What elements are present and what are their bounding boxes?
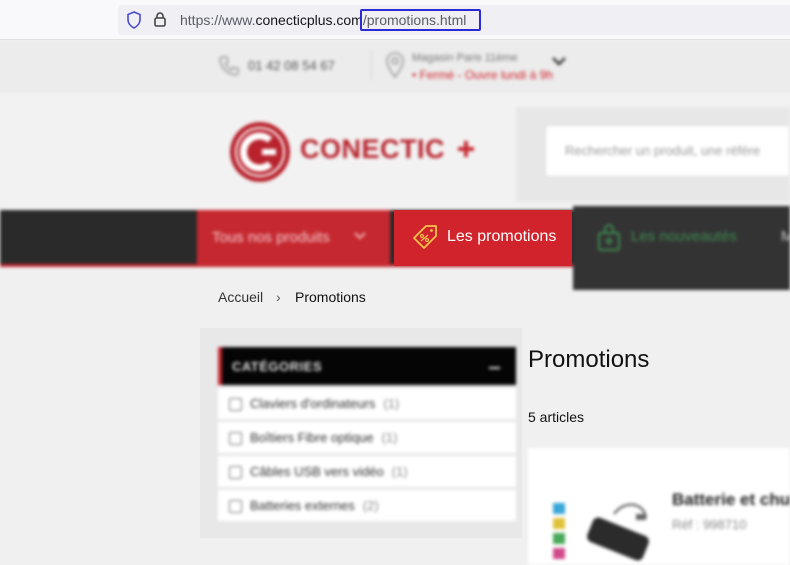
nav-promotions-label: Les promotions	[447, 228, 557, 245]
product-image[interactable]	[584, 496, 664, 565]
nav-more-label[interactable]: M	[781, 228, 790, 245]
category-label: Claviers d'ordinateurs	[250, 396, 376, 411]
category-item[interactable]: Claviers d'ordinateurs (1)	[218, 388, 516, 419]
breadcrumb-separator: ›	[276, 289, 281, 305]
category-label: Câbles USB vers vidéo	[250, 464, 384, 479]
category-checkbox[interactable]	[229, 466, 242, 479]
category-item[interactable]: Boîtiers Fibre optique (1)	[218, 422, 516, 453]
shield-icon[interactable]	[126, 11, 142, 29]
product-ref: Réf : 998710	[672, 517, 747, 532]
nav-all-products-label: Tous nos produits	[212, 229, 330, 246]
discount-tag-icon	[413, 225, 437, 249]
category-item[interactable]: Câbles USB vers vidéo (1)	[218, 456, 516, 487]
categories-title: CATÉGORIES	[232, 359, 322, 374]
chevron-down-icon[interactable]	[551, 55, 567, 67]
article-count: 5 articles	[528, 409, 585, 425]
category-count: (2)	[362, 498, 379, 513]
lock-icon[interactable]	[153, 11, 167, 28]
phone-number[interactable]: 01 42 08 54 67	[248, 58, 335, 73]
page-title: Promotions	[528, 346, 650, 373]
phone-icon	[219, 56, 239, 76]
nav-new-products-label: Les nouveautés	[631, 228, 737, 245]
chevron-down-icon	[354, 232, 366, 240]
gift-box-icon	[598, 224, 620, 251]
browser-toolbar: https://www.conecticplus.com/promotions.…	[0, 0, 790, 40]
collapse-icon[interactable]	[489, 367, 500, 369]
category-count: (1)	[391, 464, 408, 479]
logo-icon[interactable]	[228, 120, 292, 184]
color-swatches[interactable]	[553, 503, 567, 565]
category-label: Batteries externes	[250, 498, 355, 513]
breadcrumb-current: Promotions	[295, 289, 366, 305]
divider	[371, 50, 372, 80]
category-item[interactable]: Batteries externes (2)	[218, 490, 516, 521]
url-path-highlight	[360, 9, 481, 31]
logo-text[interactable]: CONECTIC	[300, 134, 445, 165]
category-count: (1)	[383, 396, 400, 411]
search-placeholder: Rechercher un produit, une référe	[565, 143, 761, 158]
breadcrumb-home[interactable]: Accueil	[218, 289, 263, 305]
product-name[interactable]: Batterie et chu	[672, 490, 790, 510]
store-name[interactable]: Magasin Paris 11ème	[412, 52, 518, 64]
logo-plus-icon	[458, 141, 474, 157]
category-checkbox[interactable]	[229, 500, 242, 513]
store-status: • Fermé - Ouvre lundi à 9h	[412, 68, 553, 82]
category-checkbox[interactable]	[229, 398, 242, 411]
category-checkbox[interactable]	[229, 432, 242, 445]
category-label: Boîtiers Fibre optique	[250, 430, 374, 445]
map-pin-icon	[386, 52, 404, 79]
category-count: (1)	[381, 430, 398, 445]
